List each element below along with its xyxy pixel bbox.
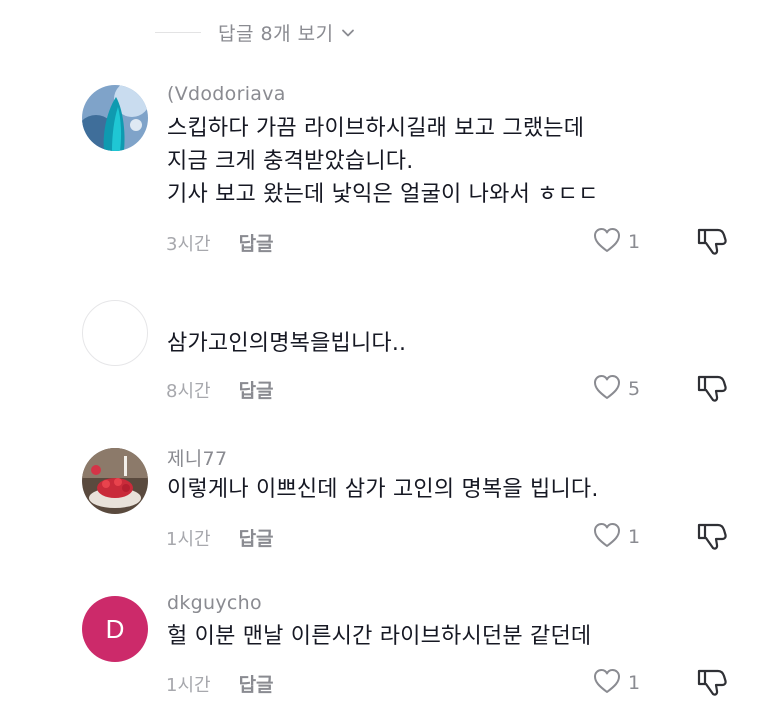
like-count: 1 — [628, 231, 641, 253]
comment-meta: 1시간 답글 — [166, 524, 274, 551]
heart-icon — [593, 227, 621, 257]
comment-username[interactable]: 제니77 — [167, 444, 227, 471]
view-replies-toggle[interactable]: 답글 8개 보기 — [155, 19, 356, 46]
comment-text-line: 기사 보고 왔는데 낯익은 얼굴이 나와서 ㅎㄷㄷ — [167, 182, 599, 207]
thumbs-down-icon — [696, 523, 728, 555]
comment-meta: 3시간 답글 — [166, 229, 274, 256]
like-button[interactable]: 1 — [593, 522, 640, 552]
comment-meta: 1시간 답글 — [166, 670, 274, 697]
comment-time: 8시간 — [166, 380, 211, 402]
heart-icon — [593, 374, 621, 404]
like-button[interactable]: 1 — [593, 227, 640, 257]
avatar[interactable] — [82, 300, 148, 366]
comment-time: 1시간 — [166, 674, 211, 696]
dislike-button[interactable] — [696, 226, 728, 260]
like-count: 5 — [628, 378, 641, 400]
comment-text-line: 지금 크게 충격받았습니다. — [167, 149, 414, 174]
avatar[interactable]: D — [82, 596, 148, 662]
heart-icon — [593, 522, 621, 552]
thumbs-down-icon — [696, 228, 728, 260]
comment-username[interactable]: (Vdodoriava — [167, 83, 286, 105]
comment-text-line: 스킵하다 가끔 라이브하시길래 보고 그랬는데 — [167, 116, 585, 141]
like-button[interactable]: 1 — [593, 668, 640, 698]
comment-text-line: 헐 이분 맨날 이른시간 라이브하시던분 같던데 — [167, 624, 592, 649]
comment-time: 3시간 — [166, 233, 211, 255]
divider-line — [155, 32, 201, 33]
reply-button[interactable]: 답글 — [239, 524, 274, 551]
like-count: 1 — [628, 672, 641, 694]
view-replies-label: 답글 8개 보기 — [218, 23, 334, 45]
thumbs-down-icon — [696, 375, 728, 407]
dislike-button[interactable] — [696, 373, 728, 407]
reply-button[interactable]: 답글 — [239, 229, 274, 256]
like-count: 1 — [628, 526, 641, 548]
comment-text-line: 이렇게나 이쁘신데 삼가 고인의 명복을 빕니다. — [167, 477, 599, 502]
comment-text-line: 삼가고인의명복을빕니다.. — [167, 331, 407, 356]
reply-button[interactable]: 답글 — [239, 376, 274, 403]
avatar[interactable] — [82, 85, 148, 151]
comment-time: 1시간 — [166, 528, 211, 550]
chevron-down-icon — [340, 25, 356, 41]
comment-username[interactable]: dkguycho — [167, 592, 262, 614]
reply-button[interactable]: 답글 — [239, 670, 274, 697]
dislike-button[interactable] — [696, 521, 728, 555]
comment-meta: 8시간 답글 — [166, 376, 274, 403]
thumbs-down-icon — [696, 669, 728, 701]
like-button[interactable]: 5 — [593, 374, 640, 404]
heart-icon — [593, 668, 621, 698]
dislike-button[interactable] — [696, 667, 728, 701]
avatar[interactable] — [82, 448, 148, 514]
